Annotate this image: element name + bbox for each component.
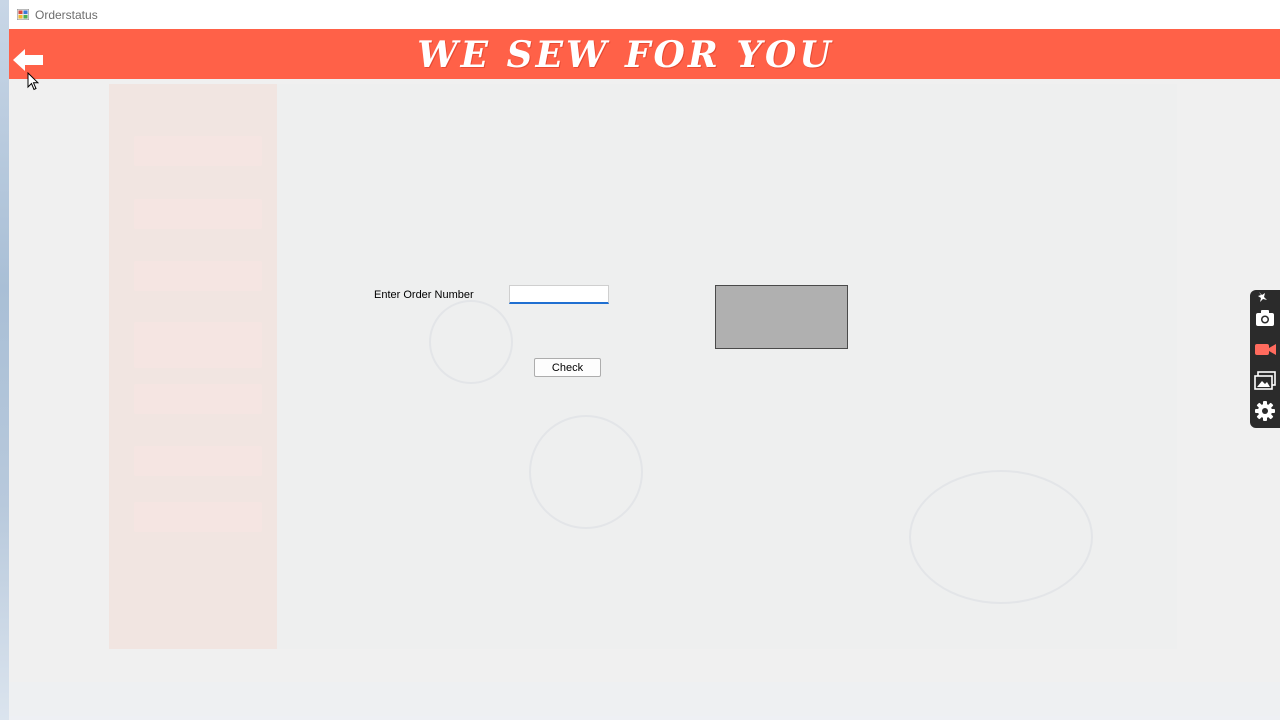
desktop-background: [0, 0, 9, 720]
faded-button: [134, 261, 262, 291]
faded-button: [134, 199, 262, 229]
faded-taskbar: [9, 682, 1280, 716]
app-icon: [17, 9, 29, 20]
video-icon[interactable]: [1253, 337, 1277, 361]
title-bar: Orderstatus: [9, 0, 1280, 30]
orderstatus-window: Orderstatus WE SEW FOR YOU Enter Order N…: [9, 0, 1280, 716]
faded-background: [9, 0, 1280, 716]
pin-icon[interactable]: [1253, 290, 1277, 304]
gear-icon[interactable]: [1253, 399, 1277, 423]
order-number-input[interactable]: [509, 285, 609, 304]
faded-illustration: [429, 300, 513, 384]
faded-button: [134, 136, 262, 166]
faded-button: [134, 322, 262, 368]
gallery-icon[interactable]: [1253, 368, 1277, 392]
capture-toolbar: [1250, 290, 1280, 428]
check-button[interactable]: Check: [534, 358, 601, 377]
faded-sidebar: [109, 84, 277, 649]
banner-title: WE SEW FOR YOU: [417, 34, 834, 76]
status-result-box: [715, 285, 848, 349]
faded-illustration: [909, 470, 1093, 604]
order-number-label: Enter Order Number: [374, 289, 474, 301]
header-banner: WE SEW FOR YOU: [9, 29, 1280, 79]
faded-illustration: [529, 415, 643, 529]
faded-main-area: [277, 84, 1177, 649]
mouse-cursor-icon: [27, 72, 39, 91]
faded-button: [134, 446, 262, 476]
faded-button: [134, 502, 262, 532]
camera-icon[interactable]: [1253, 306, 1277, 330]
window-title: Orderstatus: [35, 8, 98, 22]
faded-button: [134, 384, 262, 414]
